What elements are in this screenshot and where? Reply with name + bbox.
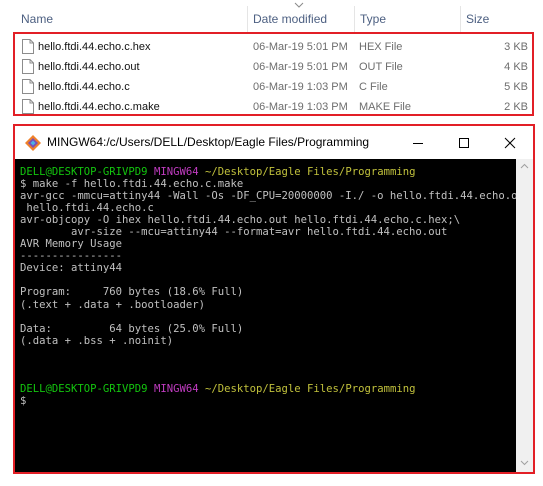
file-name: hello.ftdi.44.echo.c.hex [38, 41, 151, 53]
terminal-line: avr-gcc -mmcu=attiny44 -Wall -Os -DF_CPU… [20, 190, 516, 203]
column-header-date[interactable]: Date modified [253, 12, 327, 30]
prompt-user-host: DELL@DESKTOP-GRIVPD9 [20, 166, 148, 178]
terminal-line: avr-size --mcu=attiny44 --format=avr hel… [20, 226, 448, 239]
file-name: hello.ftdi.44.echo.out [38, 61, 140, 73]
file-icon [22, 79, 34, 94]
terminal-line: hello.ftdi.44.echo.c [20, 202, 154, 215]
file-icon [22, 99, 34, 114]
column-header-bar: Name Date modified Type Size [0, 0, 543, 33]
file-row[interactable]: hello.ftdi.44.echo.c 06-Mar-19 1:03 PM C… [0, 77, 543, 97]
scroll-up-arrow-icon[interactable] [520, 163, 529, 169]
file-size: 4 KB [504, 61, 528, 73]
close-icon [504, 137, 516, 149]
minimize-button[interactable] [395, 126, 441, 159]
file-row[interactable]: hello.ftdi.44.echo.c.hex 06-Mar-19 5:01 … [0, 37, 543, 57]
sort-chevron-icon [294, 2, 304, 8]
column-divider[interactable] [247, 6, 248, 32]
scroll-down-arrow-icon[interactable] [520, 460, 529, 466]
column-divider[interactable] [354, 6, 355, 32]
column-header-size[interactable]: Size [466, 12, 489, 30]
column-divider[interactable] [460, 6, 461, 32]
file-type: HEX File [359, 41, 403, 53]
file-name: hello.ftdi.44.echo.c.make [38, 101, 160, 113]
file-name: hello.ftdi.44.echo.c [38, 81, 130, 93]
maximize-icon [459, 138, 469, 148]
prompt-path: ~/Desktop/Eagle Files/Programming [205, 382, 416, 395]
file-size: 3 KB [504, 41, 528, 53]
prompt-line: DELL@DESKTOP-GRIVPD9 MINGW64 ~/Desktop/E… [20, 166, 516, 178]
maximize-button[interactable] [441, 126, 487, 159]
file-date: 06-Mar-19 1:03 PM [253, 81, 348, 93]
file-row[interactable]: hello.ftdi.44.echo.c.make 06-Mar-19 1:03… [0, 97, 543, 117]
prompt-line: DELL@DESKTOP-GRIVPD9 MINGW64 ~/Desktop/E… [20, 383, 516, 395]
terminal-titlebar[interactable]: MINGW64:/c/Users/DELL/Desktop/Eagle File… [15, 126, 533, 159]
terminal-line: Program: 760 bytes (18.6% Full) [20, 286, 244, 299]
terminal-line: Data: 64 bytes (25.0% Full) [20, 322, 244, 335]
minimize-icon [413, 143, 423, 144]
file-type: C File [359, 81, 388, 93]
final-prompt: $ [20, 394, 27, 407]
terminal-window: MINGW64:/c/Users/DELL/Desktop/Eagle File… [13, 124, 535, 474]
file-date: 06-Mar-19 5:01 PM [253, 61, 348, 73]
file-icon [22, 59, 34, 74]
vertical-scrollbar[interactable] [516, 159, 533, 472]
file-type: OUT File [359, 61, 403, 73]
mingw-app-icon [25, 135, 41, 151]
prompt-path: ~/Desktop/Eagle Files/Programming [205, 166, 416, 178]
prompt-shell: MINGW64 [153, 166, 199, 178]
file-date: 06-Mar-19 1:03 PM [253, 101, 348, 113]
prompt-shell: MINGW64 [153, 382, 199, 395]
terminal-line: avr-objcopy -O ihex hello.ftdi.44.echo.o… [20, 214, 461, 227]
terminal-line: AVR Memory Usage [20, 238, 123, 251]
terminal-line: (.data + .bss + .noinit) [20, 334, 174, 347]
close-button[interactable] [487, 126, 533, 159]
file-size: 2 KB [504, 101, 528, 113]
file-explorer: Name Date modified Type Size hello.ftdi.… [0, 0, 543, 124]
terminal-line: $ make -f hello.ftdi.44.echo.c.make [20, 178, 244, 191]
column-header-type[interactable]: Type [360, 12, 386, 30]
terminal-line: Device: attiny44 [20, 262, 123, 275]
file-date: 06-Mar-19 5:01 PM [253, 41, 348, 53]
terminal-line: (.text + .data + .bootloader) [20, 298, 205, 311]
file-size: 5 KB [504, 81, 528, 93]
terminal-output[interactable]: DELL@DESKTOP-GRIVPD9 MINGW64 ~/Desktop/E… [15, 159, 516, 472]
terminal-line: ---------------- [20, 250, 123, 263]
prompt-user-host: DELL@DESKTOP-GRIVPD9 [20, 382, 148, 395]
file-row[interactable]: hello.ftdi.44.echo.out 06-Mar-19 5:01 PM… [0, 57, 543, 77]
file-icon [22, 39, 34, 54]
window-title: MINGW64:/c/Users/DELL/Desktop/Eagle File… [47, 135, 370, 149]
file-type: MAKE File [359, 101, 411, 113]
column-header-name[interactable]: Name [21, 12, 53, 30]
